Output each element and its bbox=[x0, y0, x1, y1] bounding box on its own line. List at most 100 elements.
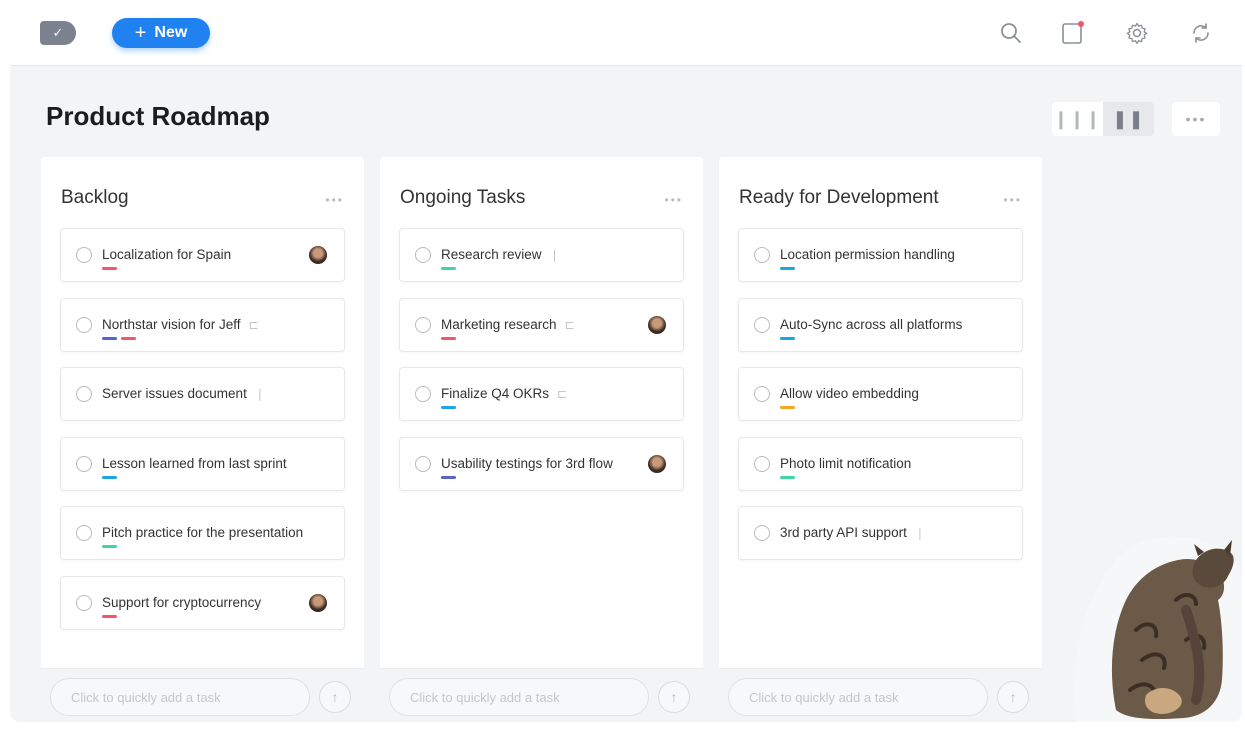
task-label: 3rd party API support ❘ bbox=[780, 525, 925, 540]
new-button[interactable]: + New bbox=[112, 18, 210, 48]
avatar[interactable] bbox=[648, 454, 666, 473]
column-ongoing-tasks: Ongoing Tasks ••• Research review ❘ Market… bbox=[380, 157, 703, 722]
task-tags bbox=[780, 406, 795, 410]
more-options-icon[interactable]: ••• bbox=[1172, 102, 1220, 136]
task-title: Pitch practice for the presentation bbox=[102, 525, 304, 541]
tag-color-bar bbox=[102, 267, 117, 270]
task-checkbox[interactable] bbox=[754, 525, 770, 542]
task-checkbox[interactable] bbox=[76, 525, 92, 542]
column-more-icon[interactable]: ••• bbox=[325, 193, 344, 207]
page-title: Product Roadmap bbox=[46, 101, 270, 131]
task-checkbox[interactable] bbox=[76, 386, 92, 403]
notification-icon[interactable] bbox=[1060, 20, 1086, 46]
task-tags bbox=[780, 336, 795, 340]
task-label: Lesson learned from last sprint bbox=[102, 456, 287, 471]
task-label: Support for cryptocurrency bbox=[102, 595, 261, 610]
task-checkbox[interactable] bbox=[754, 386, 770, 403]
task-title: Server issues document bbox=[102, 386, 247, 402]
task-title: Finalize Q4 OKRs bbox=[441, 386, 550, 402]
quick-add-input[interactable] bbox=[728, 678, 988, 716]
column-title: Backlog bbox=[61, 187, 129, 208]
task-card[interactable]: Auto-Sync across all platforms bbox=[738, 297, 1023, 352]
cat-photo bbox=[1046, 520, 1242, 722]
task-title: Auto-Sync across all platforms bbox=[780, 316, 963, 332]
task-label: Localization for Spain bbox=[102, 247, 231, 262]
task-checkbox[interactable] bbox=[754, 455, 770, 472]
task-title: Localization for Spain bbox=[102, 247, 232, 262]
task-checkbox[interactable] bbox=[415, 247, 431, 263]
task-label: Usability testings for 3rd flow bbox=[441, 456, 613, 471]
columns-view-icon[interactable]: ❙❙❙ bbox=[1052, 102, 1103, 136]
task-title: Northstar vision for Jeff bbox=[102, 316, 241, 332]
task-label: Marketing research ⊏ bbox=[441, 317, 575, 332]
task-card[interactable]: Support for cryptocurrency bbox=[60, 576, 345, 630]
task-label: Research review ❘ bbox=[441, 247, 560, 262]
column-more-icon[interactable]: ••• bbox=[1003, 193, 1022, 207]
attachment-icon: ❘ bbox=[914, 526, 925, 541]
task-checkbox[interactable] bbox=[754, 316, 770, 333]
column-title: Ready for Development bbox=[739, 187, 939, 208]
quick-add-input[interactable] bbox=[389, 678, 649, 716]
task-checkbox[interactable] bbox=[76, 316, 92, 333]
task-title: Support for cryptocurrency bbox=[102, 595, 262, 610]
search-icon[interactable] bbox=[998, 20, 1024, 46]
subtasks-icon: ⊏ bbox=[564, 317, 575, 332]
gear-icon[interactable] bbox=[1124, 20, 1150, 46]
sync-icon[interactable] bbox=[1188, 20, 1214, 46]
task-checkbox[interactable] bbox=[76, 595, 92, 611]
task-title: Lesson learned from last sprint bbox=[102, 455, 287, 471]
tag-color-bar bbox=[102, 545, 117, 549]
task-title: 3rd party API support bbox=[780, 525, 907, 541]
task-card[interactable]: 3rd party API support ❘ bbox=[738, 506, 1023, 561]
column-footer: ↑ bbox=[719, 668, 1042, 722]
task-card[interactable]: Northstar vision for Jeff ⊏ bbox=[60, 297, 345, 352]
task-card[interactable]: Marketing research ⊏ bbox=[399, 297, 684, 352]
task-card[interactable]: Pitch practice for the presentation bbox=[60, 506, 345, 561]
task-checkbox[interactable] bbox=[76, 455, 92, 472]
arrow-up-icon[interactable]: ↑ bbox=[997, 681, 1029, 713]
task-checkbox[interactable] bbox=[415, 316, 431, 333]
avatar[interactable] bbox=[309, 594, 327, 612]
task-card[interactable]: Localization for Spain bbox=[60, 228, 345, 282]
task-tags bbox=[780, 475, 795, 479]
task-label: Pitch practice for the presentation bbox=[102, 525, 303, 540]
task-tags bbox=[102, 475, 117, 479]
task-tags bbox=[102, 545, 117, 549]
task-card[interactable]: Server issues document ❘ bbox=[60, 367, 345, 422]
task-checkbox[interactable] bbox=[76, 247, 92, 263]
arrow-up-icon[interactable]: ↑ bbox=[319, 681, 351, 713]
task-card[interactable]: Location permission handling bbox=[738, 228, 1023, 282]
tag-color-bar bbox=[441, 406, 456, 410]
task-tags bbox=[441, 267, 456, 270]
view-toggle: ❙❙❙ ❚❚ bbox=[1052, 102, 1154, 136]
subtasks-icon: ⊏ bbox=[557, 387, 568, 402]
task-label: Auto-Sync across all platforms bbox=[780, 317, 962, 332]
column-ready-for-development: Ready for Development ••• Location permi… bbox=[719, 157, 1042, 722]
task-card[interactable]: Usability testings for 3rd flow bbox=[399, 436, 684, 491]
tag-color-bar bbox=[441, 475, 456, 479]
task-card[interactable]: Research review ❘ bbox=[399, 228, 684, 282]
task-card[interactable]: Lesson learned from last sprint bbox=[60, 436, 345, 491]
avatar[interactable] bbox=[648, 315, 666, 334]
task-label: Location permission handling bbox=[780, 247, 955, 262]
avatar[interactable] bbox=[309, 246, 327, 264]
task-title: Photo limit notification bbox=[780, 455, 912, 471]
task-checkbox[interactable] bbox=[415, 455, 431, 472]
task-card[interactable]: Allow video embedding bbox=[738, 367, 1023, 422]
task-tags bbox=[102, 615, 117, 618]
tag-color-bar bbox=[441, 267, 456, 270]
task-checkbox[interactable] bbox=[754, 247, 770, 263]
quick-add-input[interactable] bbox=[50, 678, 310, 716]
board-view-icon[interactable]: ❚❚ bbox=[1103, 102, 1154, 136]
task-card[interactable]: Photo limit notification bbox=[738, 436, 1023, 491]
task-checkbox[interactable] bbox=[415, 386, 431, 403]
task-title: Marketing research bbox=[441, 316, 557, 332]
column-more-icon[interactable]: ••• bbox=[664, 193, 683, 207]
plus-icon: + bbox=[134, 22, 147, 44]
task-card[interactable]: Finalize Q4 OKRs ⊏ bbox=[399, 367, 684, 422]
arrow-up-icon[interactable]: ↑ bbox=[658, 681, 690, 713]
app-logo-icon[interactable]: ✓ bbox=[40, 21, 76, 45]
tag-color-bar bbox=[780, 267, 795, 270]
task-tags bbox=[780, 267, 795, 270]
tag-color-bar bbox=[121, 336, 136, 340]
